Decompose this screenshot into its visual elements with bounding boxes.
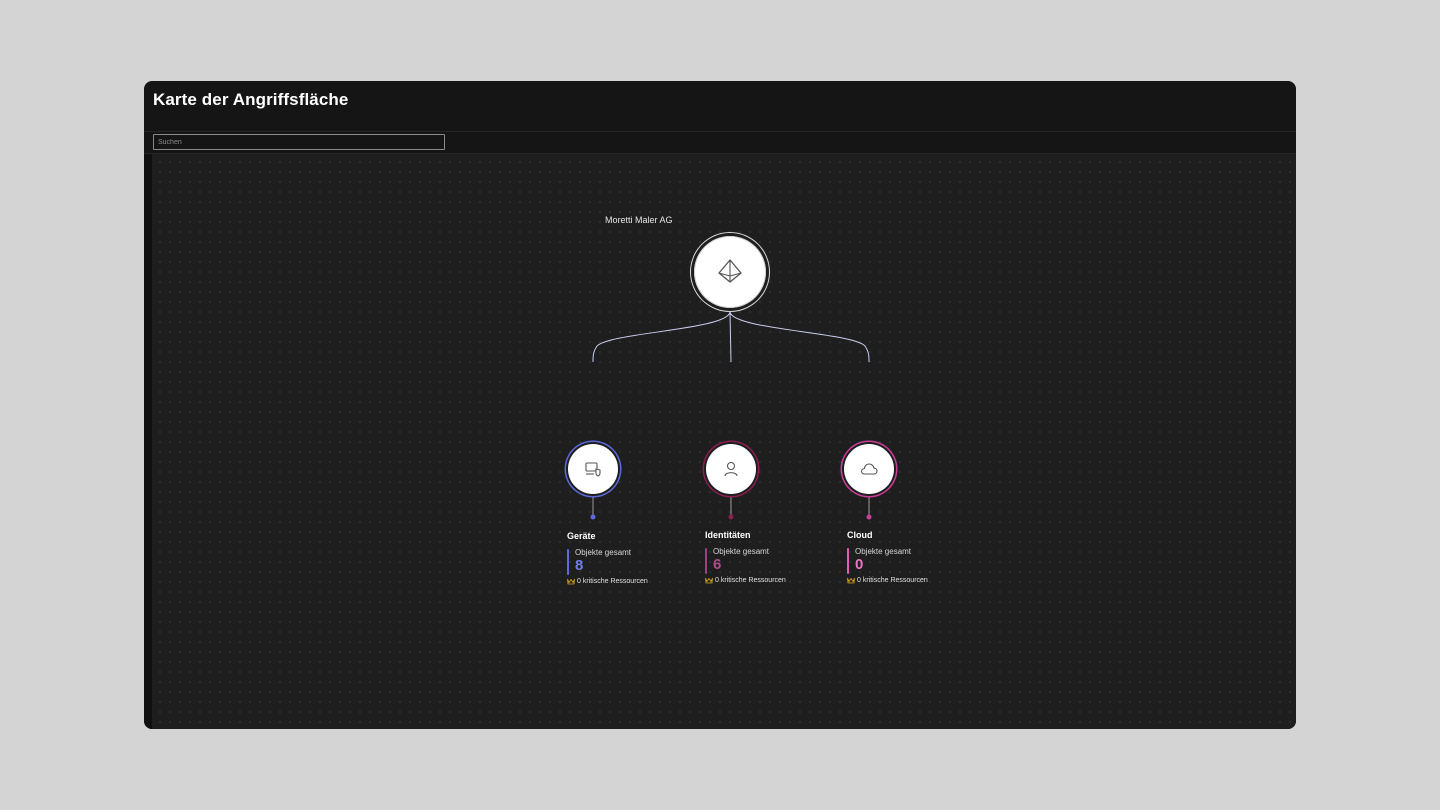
identities-accent-bar [705,548,707,574]
stem-dot-identities [728,514,734,520]
cloud-total: 0 [855,556,864,573]
identities-summary[interactable]: Identitäten Objekte gesamt 6 0 kritische… [705,530,835,584]
connector-devices [592,311,731,363]
devices-stat-label: Objekte gesamt [575,548,632,557]
app-window: Karte der Angriffsfläche Moretti Maler A… [144,81,1296,729]
cloud-critical: 0 kritische Ressourcen [847,577,977,584]
crown-icon [847,577,855,584]
cloud-critical-text: 0 kritische Ressourcen [857,577,928,584]
cloud-summary[interactable]: Cloud Objekte gesamt 0 0 kritische Resso… [847,530,977,584]
page-title: Karte der Angriffsfläche [153,90,349,109]
cloud-node[interactable] [844,444,894,494]
search-input[interactable] [153,134,445,150]
attack-surface-canvas[interactable]: Moretti Maler AG Geräte Objekte gesamt 8… [152,154,1296,729]
cloud-accent-bar [847,548,849,574]
identities-title: Identitäten [705,530,751,540]
identities-total: 6 [713,556,722,573]
identities-node[interactable] [706,444,756,494]
identities-critical-text: 0 kritische Ressourcen [715,577,786,584]
crown-icon [567,578,575,585]
devices-accent-bar [567,549,569,575]
devices-critical: 0 kritische Ressourcen [567,578,697,585]
connector-cloud [729,311,870,363]
identities-stat: Objekte gesamt 6 [705,547,835,575]
organization-node[interactable] [694,236,766,308]
devices-summary[interactable]: Geräte Objekte gesamt 8 0 kritische Ress… [567,531,697,585]
connector-identities [729,311,732,363]
cloud-stat-label: Objekte gesamt [855,547,912,556]
toolbar [144,132,1296,154]
crown-icon [705,577,713,584]
stem-dot-cloud [866,514,872,520]
cloud-stat: Objekte gesamt 0 [847,547,977,575]
devices-critical-text: 0 kritische Ressourcen [577,578,648,585]
devices-node[interactable] [568,444,618,494]
stem-dot-devices [590,514,596,520]
devices-stat: Objekte gesamt 8 [567,548,697,576]
title-bar: Karte der Angriffsfläche [144,81,1296,132]
devices-title: Geräte [567,531,596,541]
identities-critical: 0 kritische Ressourcen [705,577,835,584]
devices-total: 8 [575,557,584,574]
identities-stat-label: Objekte gesamt [713,547,770,556]
organization-label: Moretti Maler AG [605,215,673,225]
left-rail [144,154,152,729]
cloud-title: Cloud [847,530,873,540]
